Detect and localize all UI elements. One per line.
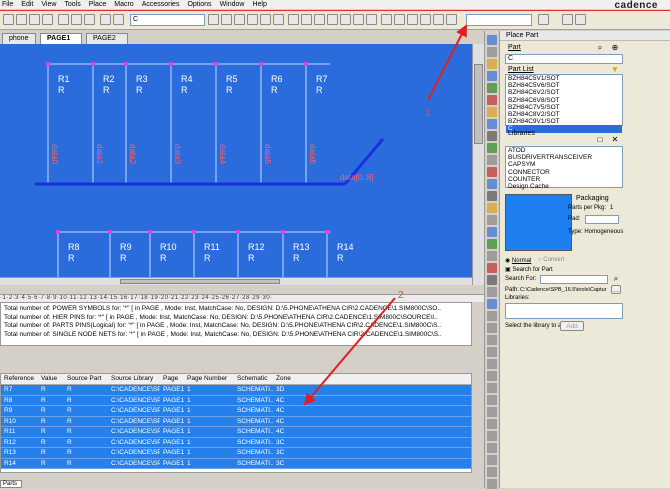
annotation-arrow-1 [427,24,467,101]
annotation-arrow-2 [303,297,396,406]
annotation-overlay: 1 2 [303,24,467,406]
annotation-label-1: 1 [425,108,431,119]
annotation-label-2: 2 [398,290,404,301]
